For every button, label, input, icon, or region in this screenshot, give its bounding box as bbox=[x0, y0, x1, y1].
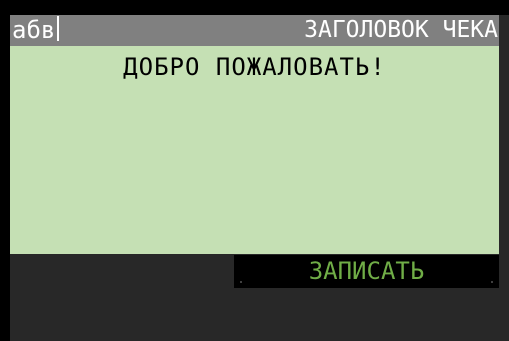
text-caret bbox=[57, 16, 60, 41]
record-button-label: ЗАПИСАТЬ bbox=[308, 257, 425, 285]
receipt-header-title: ЗАГОЛОВОК ЧЕКА bbox=[304, 17, 498, 43]
corner-dot bbox=[240, 281, 242, 283]
input-value: абв bbox=[12, 16, 56, 44]
corner-dot bbox=[491, 281, 493, 283]
device-screen: абв ЗАГОЛОВОК ЧЕКА ДОБРО ПОЖАЛОВАТЬ! ЗАП… bbox=[10, 15, 509, 341]
display-area: ДОБРО ПОЖАЛОВАТЬ! bbox=[10, 46, 499, 254]
header-bar: абв ЗАГОЛОВОК ЧЕКА bbox=[10, 15, 499, 46]
welcome-message: ДОБРО ПОЖАЛОВАТЬ! bbox=[123, 53, 386, 81]
record-button[interactable]: ЗАПИСАТЬ bbox=[234, 255, 499, 288]
text-input[interactable]: абв bbox=[12, 15, 60, 46]
